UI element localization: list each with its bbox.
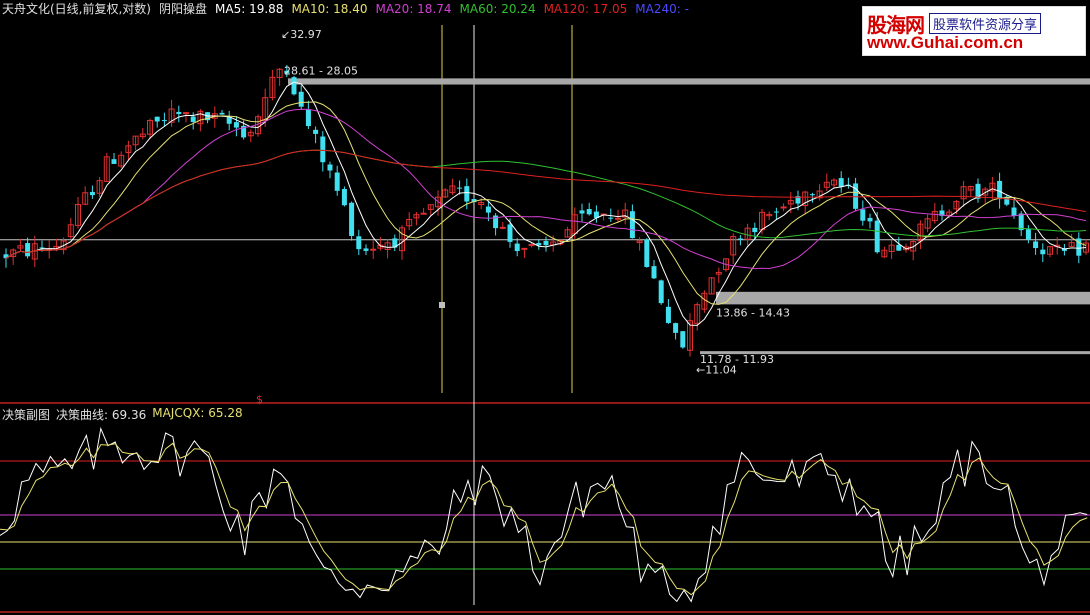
candle-body-48 — [349, 202, 355, 236]
candle-body-87 — [629, 211, 635, 239]
marker-square — [439, 302, 445, 308]
candle-body-45 — [327, 164, 333, 171]
label-high: ↙32.97 — [281, 28, 322, 41]
candle-body-124 — [896, 244, 902, 251]
candle-body-85 — [615, 217, 621, 220]
candle-body-42 — [305, 109, 311, 127]
kline-chart[interactable]: ↙32.9728.61 - 28.0513.86 - 14.4311.78 - … — [0, 0, 1090, 615]
candle-body-93 — [673, 323, 679, 333]
candle-body-140 — [1011, 207, 1017, 216]
candle-body-41 — [298, 91, 304, 107]
candle-body-22 — [161, 120, 167, 122]
candle-body-51 — [370, 248, 377, 251]
candle-body-80 — [579, 210, 585, 214]
candle-body-15 — [111, 159, 117, 164]
candle-body-141 — [1018, 213, 1024, 231]
candle-body-144 — [1040, 249, 1046, 255]
candle-body-104 — [752, 227, 758, 233]
label-low: ←11.04 — [696, 363, 737, 376]
candle-body-32 — [233, 122, 239, 128]
candle-body-50 — [363, 248, 369, 251]
candle-body-30 — [219, 112, 225, 115]
candle-body-89 — [644, 239, 650, 267]
candle-body-121 — [874, 220, 880, 253]
candle-body-108 — [780, 206, 787, 209]
candle-body-81 — [586, 209, 592, 215]
candle-body-142 — [1025, 229, 1031, 240]
logo-tagline: 股票软件资源分享 — [929, 13, 1042, 34]
candle-body-71 — [514, 243, 520, 252]
candle-body-63 — [457, 187, 463, 189]
candle-body-3 — [25, 243, 31, 257]
candle-body-112 — [809, 194, 815, 196]
candle-body-12 — [89, 191, 95, 196]
candle-body-116 — [838, 178, 844, 187]
candle-body-72 — [521, 247, 528, 250]
candle-body-24 — [176, 111, 182, 115]
label-dollar: $ — [256, 393, 263, 406]
candle-body-69 — [499, 226, 506, 229]
candle-body-102 — [737, 238, 743, 240]
candle-body-64 — [464, 186, 470, 202]
candle-body-94 — [680, 331, 686, 348]
candle-body-44 — [320, 136, 326, 163]
logo-url: www.Guhai.com.cn — [867, 33, 1024, 52]
candle-body-120 — [867, 217, 873, 222]
label-support: 13.86 - 14.43 — [716, 306, 790, 319]
label-resistance: 28.61 - 28.05 — [284, 64, 358, 77]
candle-body-92 — [665, 306, 671, 323]
candle-body-21 — [154, 116, 160, 122]
candle-body-75 — [543, 240, 549, 246]
candle-body-26 — [190, 116, 196, 122]
candle-body-47 — [341, 188, 347, 206]
candle-body-107 — [773, 211, 779, 213]
candle-body-40 — [291, 77, 297, 95]
candle-body-58 — [420, 212, 427, 215]
candle-body-43 — [313, 129, 319, 134]
candle-body-49 — [356, 236, 362, 250]
candle-body-90 — [651, 266, 657, 279]
candle-body-70 — [507, 224, 513, 242]
candle-body-119 — [860, 209, 866, 221]
candle-body-138 — [997, 180, 1003, 200]
ma5-line — [5, 81, 1087, 326]
candle-body-84 — [608, 217, 614, 219]
candle-body-91 — [658, 280, 664, 304]
guhai-logo[interactable]: 股海网 股票软件资源分享 www.Guhai.com.cn — [862, 6, 1086, 56]
resistance-zone — [288, 78, 1090, 85]
ma10-line — [5, 101, 1087, 305]
support-zone — [716, 291, 1090, 305]
candle-body-67 — [485, 206, 491, 213]
candle-body-46 — [334, 172, 340, 191]
candle-body-143 — [1033, 241, 1039, 249]
candle-body-25 — [183, 112, 189, 115]
